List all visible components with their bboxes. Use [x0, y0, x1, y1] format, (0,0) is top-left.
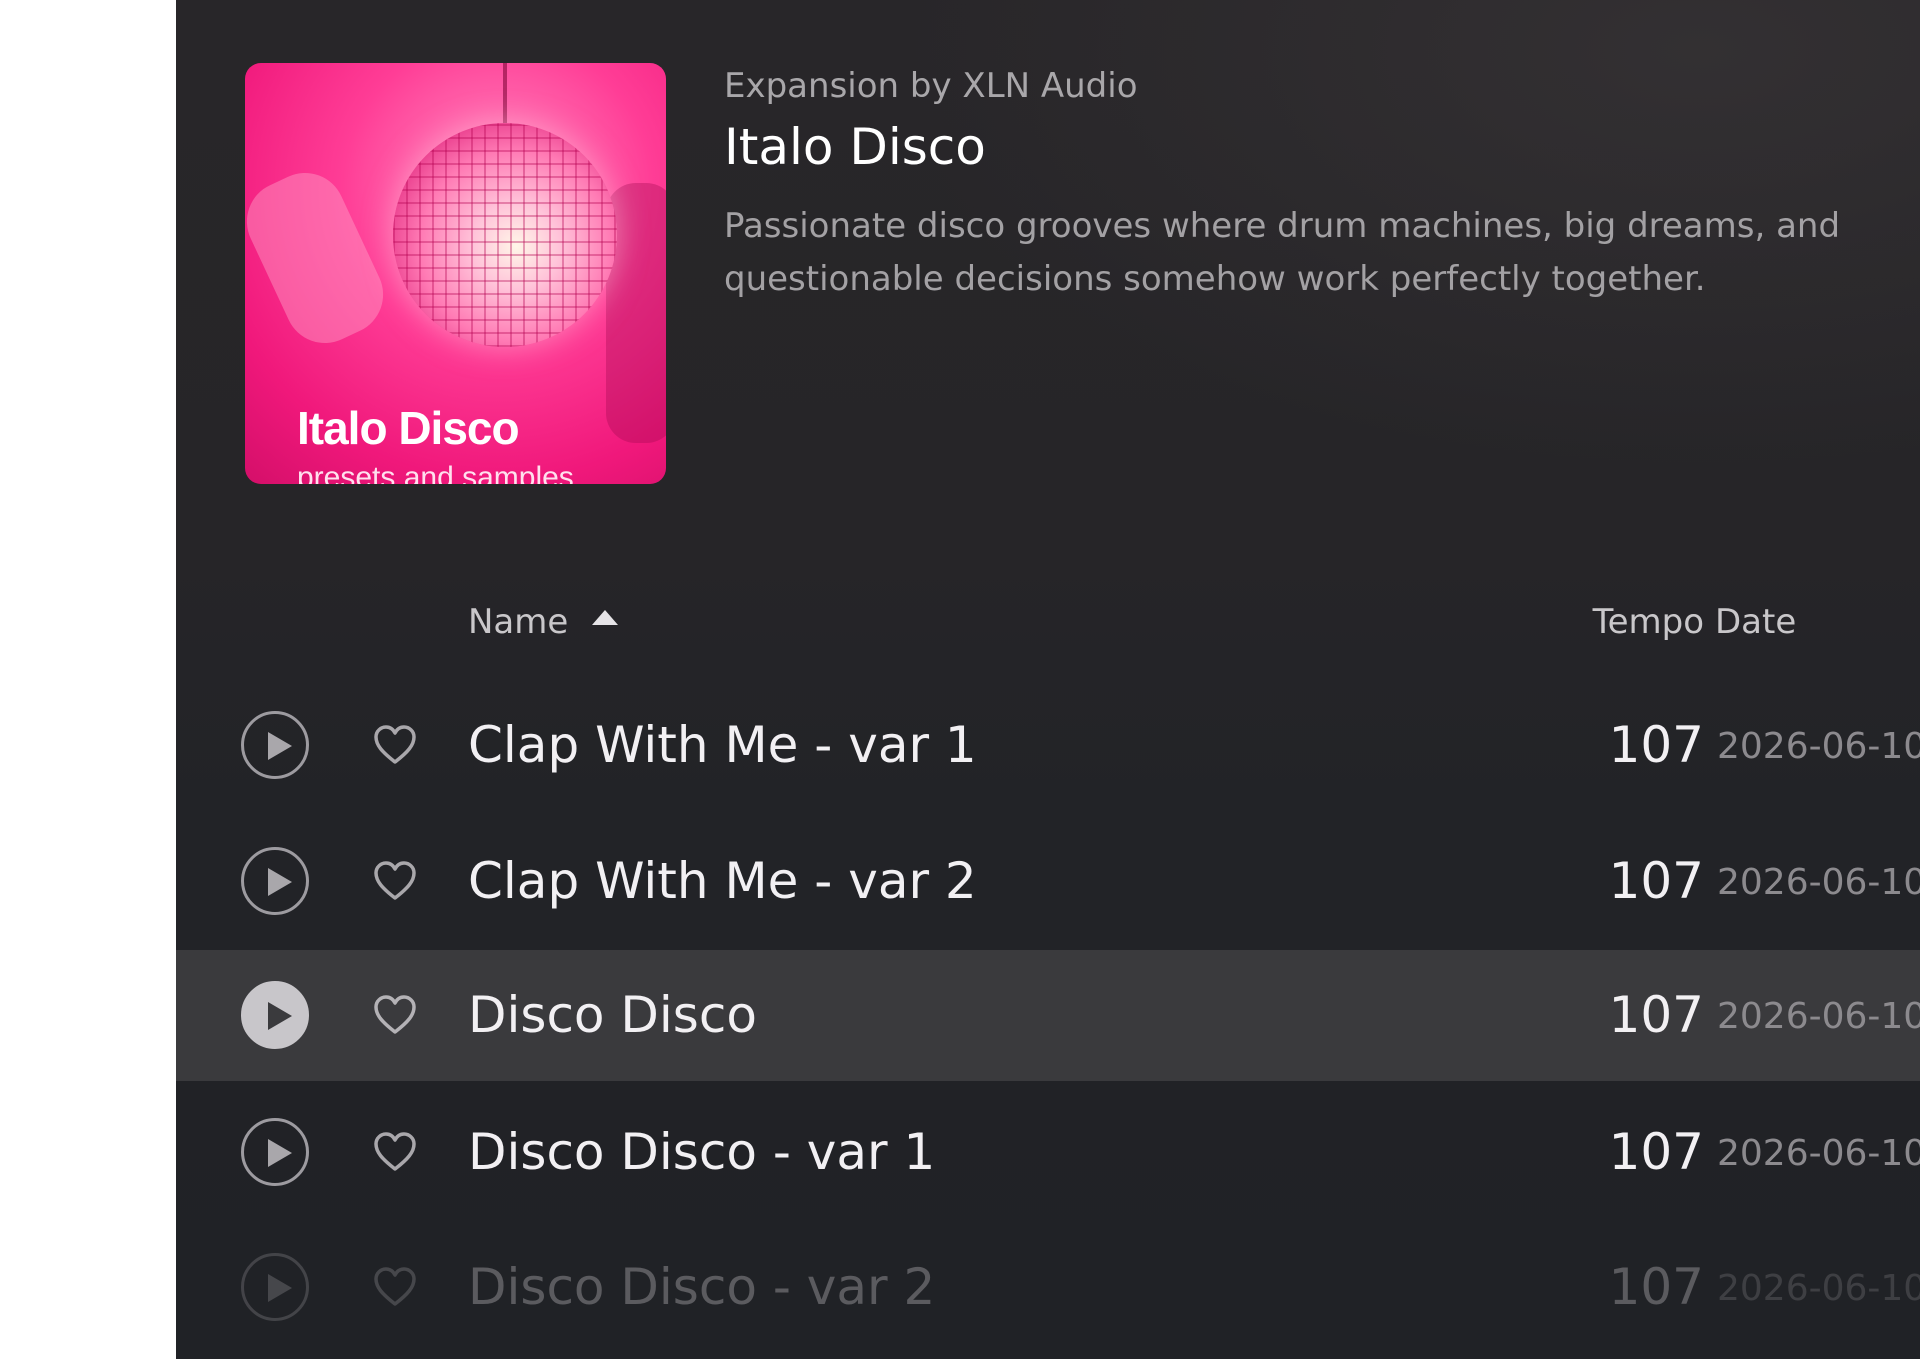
- play-icon: [268, 868, 292, 896]
- play-button[interactable]: [241, 1118, 309, 1186]
- heart-icon[interactable]: [372, 994, 418, 1036]
- track-date: 2026-06-10: [1717, 996, 1920, 1037]
- sort-ascending-icon: [592, 610, 619, 625]
- heart-icon[interactable]: [372, 860, 418, 902]
- disco-ball-string: [503, 63, 507, 125]
- track-tempo: 107: [1608, 1258, 1704, 1316]
- track-date: 2026-06-10: [1717, 726, 1920, 767]
- play-button[interactable]: [241, 1253, 309, 1321]
- play-button[interactable]: [241, 981, 309, 1049]
- column-header-name-label: Name: [468, 602, 569, 642]
- play-icon: [268, 732, 292, 760]
- table-row-selected[interactable]: Disco Disco 107 2026-06-10: [176, 950, 1920, 1081]
- cover-decoration: [245, 159, 397, 357]
- track-name: Disco Disco: [468, 986, 757, 1044]
- expansion-kicker: Expansion by XLN Audio: [724, 66, 1138, 106]
- play-icon: [268, 1274, 292, 1302]
- heart-icon[interactable]: [372, 724, 418, 766]
- cover-title: Italo Disco: [297, 402, 520, 454]
- track-date: 2026-06-10: [1717, 1268, 1920, 1309]
- track-name: Disco Disco - var 1: [468, 1123, 936, 1181]
- expansion-cover-art[interactable]: Italo Disco presets and samples: [245, 63, 666, 484]
- track-tempo: 107: [1608, 716, 1704, 774]
- track-tempo: 107: [1608, 1123, 1704, 1181]
- cover-subtitle: presets and samples: [297, 461, 574, 484]
- table-row[interactable]: Clap With Me - var 1 107 2026-06-10: [176, 680, 1920, 811]
- track-date: 2026-06-10: [1717, 1133, 1920, 1174]
- column-header-name[interactable]: Name: [468, 602, 619, 642]
- play-icon: [268, 1002, 292, 1030]
- track-tempo: 107: [1608, 852, 1704, 910]
- track-name: Clap With Me - var 1: [468, 716, 977, 774]
- disco-ball-icon: [393, 123, 617, 347]
- play-icon: [268, 1139, 292, 1167]
- track-name: Clap With Me - var 2: [468, 852, 977, 910]
- heart-icon[interactable]: [372, 1131, 418, 1173]
- table-row[interactable]: Disco Disco - var 1 107 2026-06-10: [176, 1087, 1920, 1218]
- expansion-panel: Italo Disco presets and samples Expansio…: [176, 0, 1920, 1359]
- play-button[interactable]: [241, 847, 309, 915]
- expansion-title: Italo Disco: [724, 118, 986, 176]
- expansion-description: Passionate disco grooves where drum mach…: [724, 206, 1841, 299]
- play-button[interactable]: [241, 711, 309, 779]
- table-row[interactable]: Clap With Me - var 2 107 2026-06-10: [176, 816, 1920, 947]
- track-tempo: 107: [1608, 986, 1704, 1044]
- column-header-date[interactable]: Date: [1715, 602, 1796, 642]
- track-name: Disco Disco - var 2: [468, 1258, 936, 1316]
- track-date: 2026-06-10: [1717, 862, 1920, 903]
- table-row[interactable]: Disco Disco - var 2 107 2026-06-10: [176, 1222, 1920, 1353]
- heart-icon[interactable]: [372, 1266, 418, 1308]
- column-header-tempo[interactable]: Tempo: [1593, 602, 1704, 642]
